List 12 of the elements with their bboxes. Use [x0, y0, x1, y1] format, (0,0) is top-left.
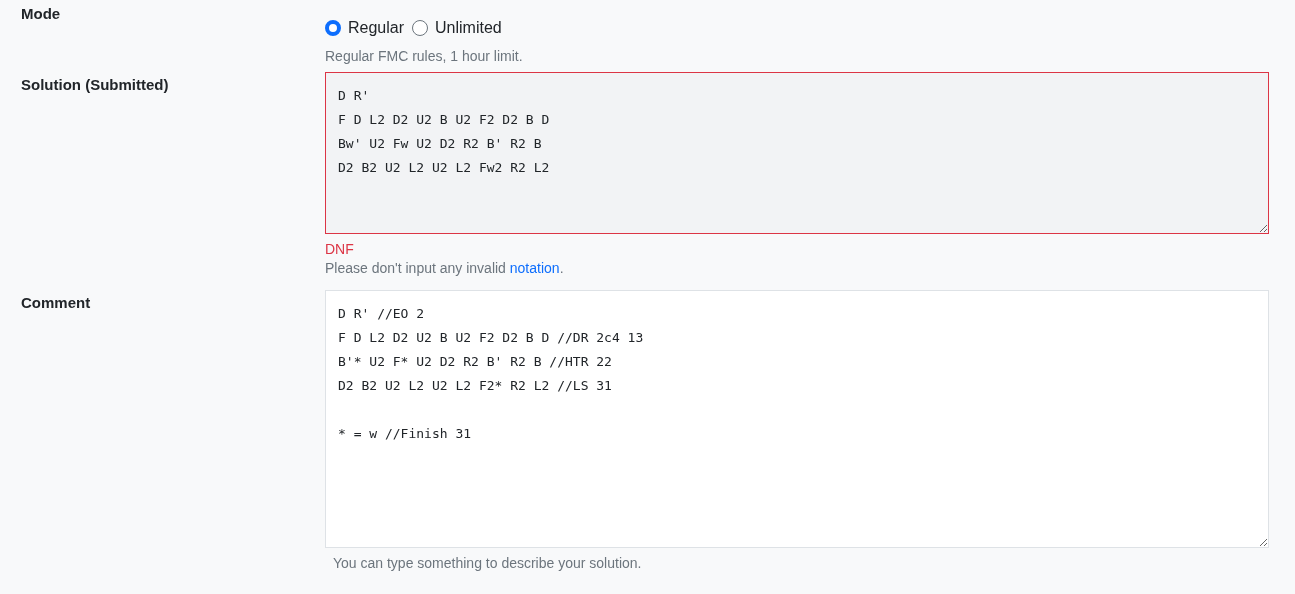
help-text: You can type something to describe your solution.	[332, 555, 643, 571]
field-label: Comment	[21, 293, 92, 313]
mode-radio[interactable]: Regular	[325, 19, 405, 37]
error-text: DNF	[325, 241, 355, 257]
field-label: Solution (Submitted)	[21, 75, 170, 95]
mode-radio[interactable]: Unlimited	[412, 19, 502, 37]
help-text: Regular FMC rules, 1 hour limit.	[325, 48, 524, 64]
notation-link[interactable]: notation	[509, 260, 560, 276]
comment-field[interactable]: D R' //EO 2 F D L2 D2 U2 B U2 F2 D2 B D //DR 2c4 13 B'* U2 F* U2 D2 R2 B' R2 B //HTR 22 D2 B2 U2 L2 U2 L2 F2* R2 L2 //LS 31 * = w //Finish 31	[325, 290, 1269, 548]
field-label: Mode	[21, 5, 62, 24]
solution-field[interactable]: D R' F D L2 D2 U2 B U2 F2 D2 B D Bw' U2 Fw U2 D2 R2 B' R2 B D2 B2 U2 L2 U2 L2 Fw2 R2 L2	[325, 72, 1269, 234]
help-text: Please don't input any invalid notation.	[325, 260, 565, 276]
